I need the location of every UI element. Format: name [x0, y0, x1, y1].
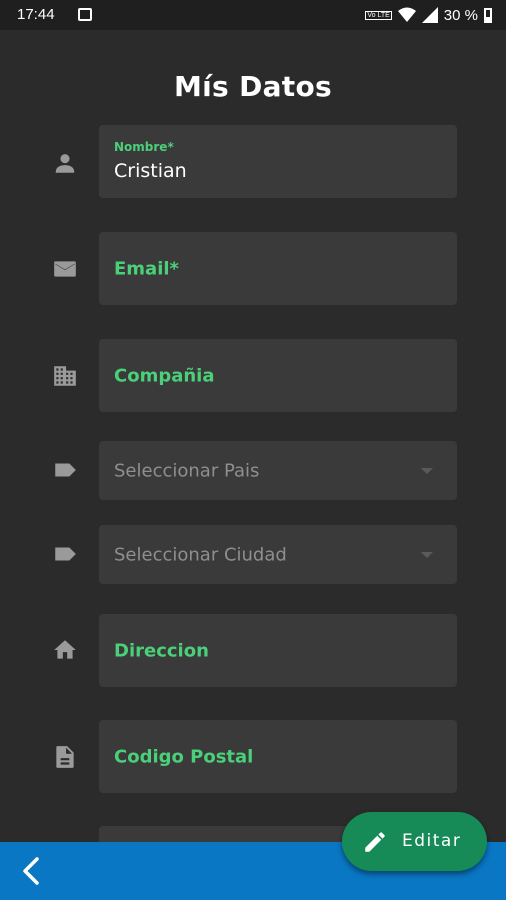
- gallery-notification-icon: [78, 8, 92, 21]
- page-title: Mís Datos: [174, 70, 332, 103]
- wifi-icon: [397, 7, 416, 22]
- back-button[interactable]: [18, 855, 44, 887]
- direccion-field[interactable]: Direccion: [99, 614, 457, 687]
- label-tag-icon: [50, 539, 80, 569]
- ciudad-placeholder: Seleccionar Ciudad: [114, 544, 287, 565]
- battery-percent: 30 %: [443, 6, 478, 24]
- status-time: 17:44: [17, 6, 55, 23]
- status-bar: 17:44 Vo LTE 30 %: [0, 0, 506, 30]
- direccion-label: Direccion: [114, 640, 209, 661]
- pais-select[interactable]: Seleccionar Pais: [99, 441, 457, 500]
- document-icon: [50, 742, 80, 772]
- nombre-value[interactable]: Cristian: [114, 160, 187, 182]
- chevron-left-icon: [23, 857, 39, 885]
- email-label: Email*: [114, 258, 179, 279]
- pais-placeholder: Seleccionar Pais: [114, 460, 260, 481]
- label-tag-icon: [50, 455, 80, 485]
- mail-icon: [50, 254, 80, 284]
- nombre-field[interactable]: Nombre* Cristian: [99, 125, 457, 198]
- codigo-postal-field[interactable]: Codigo Postal: [99, 720, 457, 793]
- chevron-down-icon: [421, 467, 433, 474]
- volte-icon: Vo LTE: [365, 10, 392, 20]
- pencil-icon: [365, 832, 385, 852]
- edit-button[interactable]: Editar: [342, 812, 487, 871]
- nombre-label: Nombre*: [114, 140, 174, 154]
- home-icon: [50, 635, 80, 665]
- codigo-postal-label: Codigo Postal: [114, 746, 254, 767]
- compania-label: Compañia: [114, 365, 215, 386]
- person-icon: [50, 148, 80, 178]
- status-right-group: Vo LTE 30 %: [365, 5, 492, 25]
- ciudad-select[interactable]: Seleccionar Ciudad: [99, 525, 457, 584]
- compania-field[interactable]: Compañia: [99, 339, 457, 412]
- edit-button-label: Editar: [402, 831, 462, 851]
- signal-icon: [421, 7, 438, 23]
- chevron-down-icon: [421, 551, 433, 558]
- battery-icon: [484, 7, 492, 23]
- email-field[interactable]: Email*: [99, 232, 457, 305]
- building-icon: [50, 361, 80, 391]
